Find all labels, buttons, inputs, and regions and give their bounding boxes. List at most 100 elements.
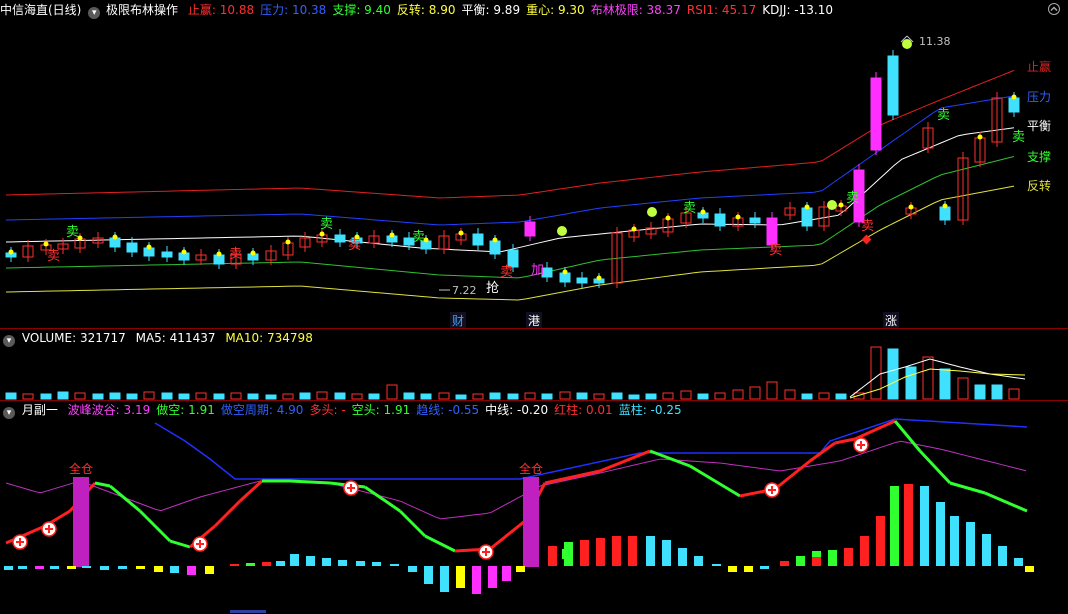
volume-panel[interactable]: ▾ VOLUME: 321717 MA5: 411437 MA10: 73479… (0, 329, 1068, 400)
histogram-bar (728, 566, 737, 572)
volume-bar (714, 392, 726, 400)
oscillator-segment (213, 499, 242, 528)
histogram-bar (780, 561, 789, 566)
histogram-bar (488, 566, 497, 588)
oscillator-segment (774, 459, 811, 491)
oscillator-segment (689, 464, 741, 498)
volume-bar (22, 393, 34, 400)
oscillator-chart[interactable]: 全仓 全仓 (0, 401, 1068, 614)
sell-marker-red: 卖 (47, 249, 60, 264)
volume-bar (957, 377, 969, 400)
signal-dot (146, 244, 152, 250)
apple-icon (902, 39, 912, 49)
oscillator-segment (599, 449, 651, 473)
main-stat-label: 布林极限: (590, 3, 643, 17)
candle-body (1008, 97, 1020, 113)
signal-dot (665, 215, 671, 221)
main-chart-header: 中信海直(日线) ▾ 极限布林操作 止赢: 10.88 压力: 10.38 支撑: … (0, 1, 845, 19)
volume-bar (386, 384, 398, 400)
volume-bar (835, 393, 847, 400)
volume-bar (195, 392, 207, 400)
volume-bar (247, 393, 259, 400)
sub-stat-label: 做空: (156, 403, 185, 417)
sub-indicator-title[interactable]: 月副一 (22, 403, 58, 417)
histogram-bar (136, 566, 145, 569)
signal-dot (319, 231, 325, 237)
signal-dot (700, 209, 706, 215)
signal-dot (562, 269, 568, 275)
main-stat: 平衡: 9.89 (462, 3, 521, 17)
volume-menu-icon[interactable]: ▾ (3, 335, 15, 347)
sub-stat-value: 1.91 (379, 403, 411, 417)
sell-marker: 卖 (683, 201, 696, 216)
ma5-label: MA5: (135, 331, 166, 345)
label-zhiying: 止赢 (1027, 59, 1051, 74)
sell-marker: 卖 (846, 191, 859, 206)
add-marker: 加 (531, 263, 544, 278)
histogram-bar (306, 556, 315, 566)
candlestick-chart[interactable]: 止赢压力平衡支撑反转卖卖卖卖卖卖卖卖 卖卖卖卖卖加抢11.387.22财港涨 (0, 0, 1068, 328)
label-zhicheng: 支撑 (1027, 149, 1051, 164)
candle-body (714, 213, 726, 227)
candle-body (334, 234, 346, 243)
indicator-menu-icon[interactable]: ▾ (88, 7, 101, 19)
oscillator-segment (138, 509, 172, 543)
sell-marker: 卖 (937, 108, 950, 123)
signal-dot (389, 232, 395, 238)
main-stat: KDJJ: -13.10 (762, 3, 833, 17)
sub-stat-value: 1.91 (184, 403, 215, 417)
histogram-bar (596, 538, 605, 566)
volume-bar (368, 393, 380, 400)
stock-title[interactable]: 中信海直(日线) (0, 3, 81, 17)
histogram-bar (276, 561, 285, 566)
signal-dot (804, 204, 810, 210)
sub-indicator-menu-icon[interactable]: ▾ (3, 407, 15, 419)
oscillator-segment (169, 539, 191, 549)
sell-marker-red: 卖 (348, 238, 361, 253)
main-stat: 重心: 9.30 (526, 3, 585, 17)
main-stat-label: 支撑: (332, 3, 361, 17)
main-stat-value: 8.90 (424, 3, 456, 17)
sub-stat-label: 红柱: (554, 403, 583, 417)
indicator-name[interactable]: 极限布林操作 (106, 3, 178, 17)
histogram-bar (356, 561, 365, 566)
candle-body (576, 277, 588, 284)
histogram-bar (966, 522, 975, 566)
signal-dot (43, 241, 49, 247)
label-pingheng: 平衡 (1027, 119, 1051, 133)
sell-marker-red: 卖 (769, 243, 782, 258)
histogram-bar (580, 540, 589, 566)
volume-bar (489, 392, 501, 400)
volume-bar (732, 389, 744, 400)
wave-line-magenta (5, 440, 1027, 520)
sub-stat: 波峰波谷: 3.19 (68, 403, 151, 417)
oscillator-segment (424, 534, 456, 553)
main-chart-panel[interactable]: 中信海直(日线) ▾ 极限布林操作 止赢: 10.88 压力: 10.38 支撑: … (0, 0, 1068, 328)
sell-marker: 卖 (412, 230, 425, 245)
candle-body (801, 207, 813, 227)
volume-label: VOLUME: (21, 331, 77, 345)
volume-bar (178, 393, 190, 400)
volume-bar (282, 393, 294, 400)
ma10-value: 734798 (267, 331, 313, 345)
signal-dot (735, 214, 741, 220)
histogram-bar (516, 566, 525, 572)
volume-title: VOLUME: 321717 (22, 331, 126, 345)
signal-dot (977, 134, 983, 140)
histogram-bar (662, 540, 671, 566)
oscillator-segment (893, 420, 922, 452)
oscillator-segment (289, 479, 331, 485)
histogram-bar (472, 566, 481, 594)
full-position-label: 全仓 (519, 461, 543, 476)
volume-bar (472, 393, 484, 400)
volume-bar (299, 392, 311, 400)
sub-stat-label: 波峰波谷: (67, 403, 120, 417)
histogram-bar (920, 486, 929, 566)
histogram-bar (230, 564, 239, 566)
main-stat-value: -13.10 (790, 3, 833, 17)
main-stat: 压力: 10.38 (260, 3, 326, 17)
volume-bar (991, 384, 1003, 400)
candle-body (472, 233, 484, 246)
volume-bar (403, 392, 415, 400)
sub-indicator-panel[interactable]: ▾ 月副一 波峰波谷: 3.19 做空: 1.91 做空周期: 4.90 多头: -空… (0, 401, 1068, 614)
